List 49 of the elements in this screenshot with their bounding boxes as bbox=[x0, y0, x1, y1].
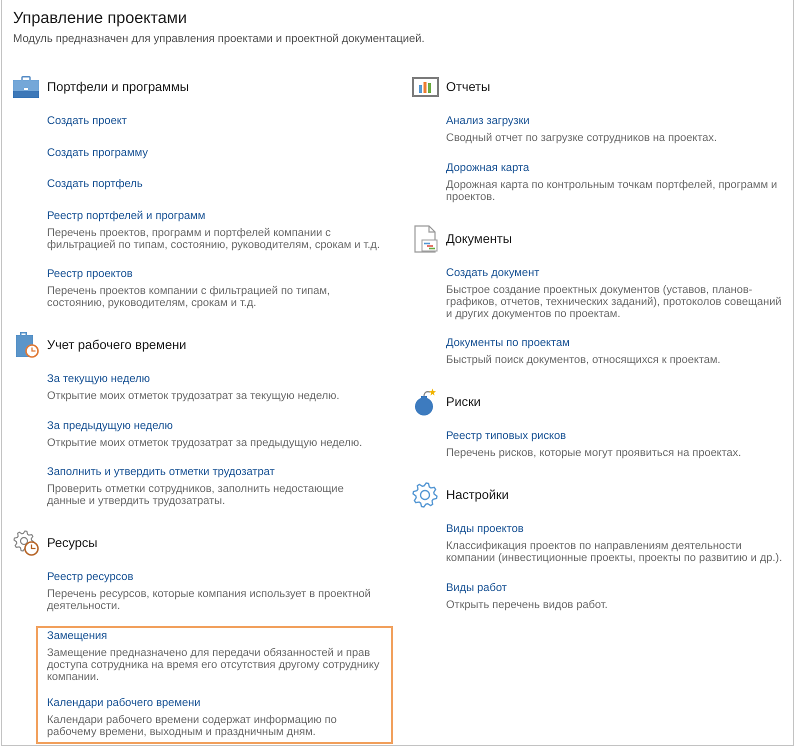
gear-clock-icon bbox=[13, 530, 39, 556]
settings-icon bbox=[412, 482, 438, 508]
link[interactable]: Создать портфель bbox=[47, 176, 143, 192]
description-text: Открытие моих отметок трудозатрат за текущую неделю. bbox=[47, 390, 340, 402]
bomb-icon bbox=[414, 388, 436, 416]
link[interactable]: Создать проект bbox=[47, 113, 127, 129]
link[interactable]: За текущую неделю bbox=[47, 371, 150, 387]
description-text: Перечень проектов, программ и портфелей компании с фильтрацией по типам, состоянию, руководителям, срокам и т.д. bbox=[47, 226, 381, 250]
description-text: Календари рабочего времени содержат информацию по рабочему времени, выходным и праздничным дням. bbox=[47, 714, 338, 738]
section-heading: Документы bbox=[446, 230, 512, 248]
description-text: Перечень проектов компании с фильтрацией по типам, состоянию, руководителям, срокам и т.д. bbox=[47, 285, 331, 309]
link[interactable]: Виды работ bbox=[446, 580, 507, 596]
section-heading: Портфели и программы bbox=[47, 78, 189, 96]
description-text: Классификация проектов по направлениям деятельности компании (инвестиционные проекты, проекты по развитию и др.). bbox=[446, 540, 783, 564]
link[interactable]: Реестр портфелей и программ bbox=[47, 208, 206, 224]
link[interactable]: Создать программу bbox=[47, 144, 148, 160]
link[interactable]: Реестр проектов bbox=[47, 266, 133, 282]
link[interactable]: Заполнить и утвердить отметки трудозатрат bbox=[47, 464, 275, 480]
description-text: Быстрый поиск документов, относящихся к проектам. bbox=[446, 354, 720, 366]
gantt-document-icon bbox=[414, 224, 438, 252]
description-text: Дорожная карта по контрольным точкам портфелей, программ и проектов. bbox=[446, 178, 778, 202]
link[interactable]: За предыдущую неделю bbox=[47, 418, 173, 434]
link[interactable]: Анализ загрузки bbox=[446, 113, 530, 129]
description-text: Открыть перечень видов работ. bbox=[446, 598, 608, 610]
link[interactable]: Виды проектов bbox=[446, 521, 524, 537]
section-heading: Ресурсы bbox=[47, 534, 98, 552]
link[interactable]: Документы по проектам bbox=[446, 335, 570, 351]
clipboard-clock-icon bbox=[15, 332, 39, 358]
description-text: Быстрое создание проектных документов (уставов, планов-графиков, отчетов, технических заданий), протоколов совещаний и других документов по проектам. bbox=[446, 284, 783, 320]
description-text: Замещение предназначено для передачи обязанностей и прав доступа сотрудника на время его отсутствия другому сотруднику компании. bbox=[47, 646, 380, 682]
bar-chart-icon bbox=[412, 77, 439, 97]
description-text: Перечень рисков, которые могут проявиться на проектах. bbox=[446, 447, 742, 459]
briefcase-icon bbox=[13, 76, 39, 98]
link[interactable]: Создать документ bbox=[446, 264, 540, 280]
description-text: Перечень ресурсов, которые компания использует в проектной деятельности. bbox=[47, 588, 372, 612]
link[interactable]: Реестр ресурсов bbox=[47, 569, 134, 585]
page-title: Управление проектами bbox=[13, 8, 188, 29]
section-heading: Настройки bbox=[446, 486, 509, 504]
section-heading: Отчеты bbox=[446, 78, 490, 96]
description-text: Открытие моих отметок трудозатрат за предыдущую неделю. bbox=[47, 436, 362, 448]
page-subtitle: Модуль предназначен для управления проектами и проектной документацией. bbox=[13, 32, 426, 46]
link[interactable]: Реестр типовых рисков bbox=[446, 428, 566, 444]
section-heading: Риски bbox=[446, 393, 481, 411]
description-text: Проверить отметки сотрудников, заполнить недостающие данные и утвердить трудозатраты. bbox=[47, 483, 345, 507]
link[interactable]: Дорожная карта bbox=[446, 160, 530, 176]
section-heading: Учет рабочего времени bbox=[47, 336, 186, 354]
description-text: Сводный отчет по загрузке сотрудников на проектах. bbox=[446, 132, 717, 144]
link[interactable]: Календари рабочего времени bbox=[47, 694, 200, 710]
link[interactable]: Замещения bbox=[47, 628, 108, 644]
